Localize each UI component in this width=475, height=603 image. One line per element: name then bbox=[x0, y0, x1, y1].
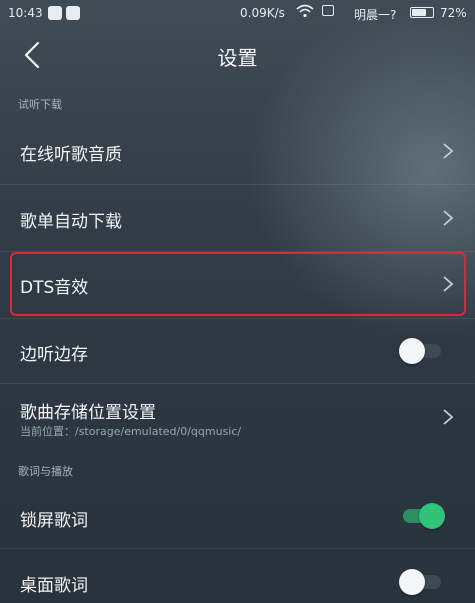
cache-while-play-toggle[interactable] bbox=[399, 338, 445, 364]
section-header-lyrics: 歌词与播放 bbox=[18, 465, 73, 478]
qq-notification-icon bbox=[66, 6, 80, 20]
lockscreen-lyrics-item: 锁屏歌词 bbox=[0, 484, 475, 548]
section-header-download: 试听下载 bbox=[18, 98, 62, 111]
dts-effect-item[interactable]: DTS音效 bbox=[0, 252, 475, 316]
chevron-right-icon bbox=[443, 143, 454, 159]
online-quality-label: 在线听歌音质 bbox=[20, 145, 122, 165]
carrier-name: 明晨一? bbox=[354, 8, 397, 22]
battery-percent: 72% bbox=[440, 6, 467, 20]
auto-download-item[interactable]: 歌单自动下载 bbox=[0, 185, 475, 251]
online-quality-item[interactable]: 在线听歌音质 bbox=[0, 118, 475, 184]
app-notification-icon bbox=[48, 6, 62, 20]
wifi-icon bbox=[296, 4, 314, 18]
storage-location-item[interactable]: 歌曲存储位置设置 当前位置：/storage/emulated/0/qqmusi… bbox=[0, 384, 475, 450]
storage-location-path: 当前位置：/storage/emulated/0/qqmusic/ bbox=[20, 425, 242, 438]
network-speed: 0.09K/s bbox=[240, 6, 285, 20]
page-title: 设置 bbox=[217, 46, 258, 70]
lockscreen-lyrics-label: 锁屏歌词 bbox=[20, 511, 88, 531]
chevron-right-icon bbox=[443, 276, 454, 292]
cache-while-play-item: 边听边存 bbox=[0, 319, 475, 383]
auto-download-label: 歌单自动下载 bbox=[20, 212, 122, 232]
title-bar: 设置 bbox=[0, 28, 475, 82]
desktop-lyrics-label: 桌面歌词 bbox=[20, 576, 88, 596]
battery-icon bbox=[410, 7, 434, 18]
dts-effect-label: DTS音效 bbox=[20, 278, 89, 298]
desktop-lyrics-toggle[interactable] bbox=[399, 569, 445, 595]
storage-location-label: 歌曲存储位置设置 bbox=[20, 403, 156, 423]
chevron-right-icon bbox=[443, 409, 454, 425]
sim-icon bbox=[322, 5, 334, 16]
cache-while-play-label: 边听边存 bbox=[20, 345, 88, 365]
desktop-lyrics-item: 桌面歌词 bbox=[0, 549, 475, 603]
lockscreen-lyrics-toggle[interactable] bbox=[399, 503, 445, 529]
status-time: 10:43 bbox=[8, 6, 43, 20]
chevron-right-icon bbox=[443, 210, 454, 226]
status-bar: 10:43 0.09K/s 明晨一? 72% bbox=[0, 0, 475, 28]
